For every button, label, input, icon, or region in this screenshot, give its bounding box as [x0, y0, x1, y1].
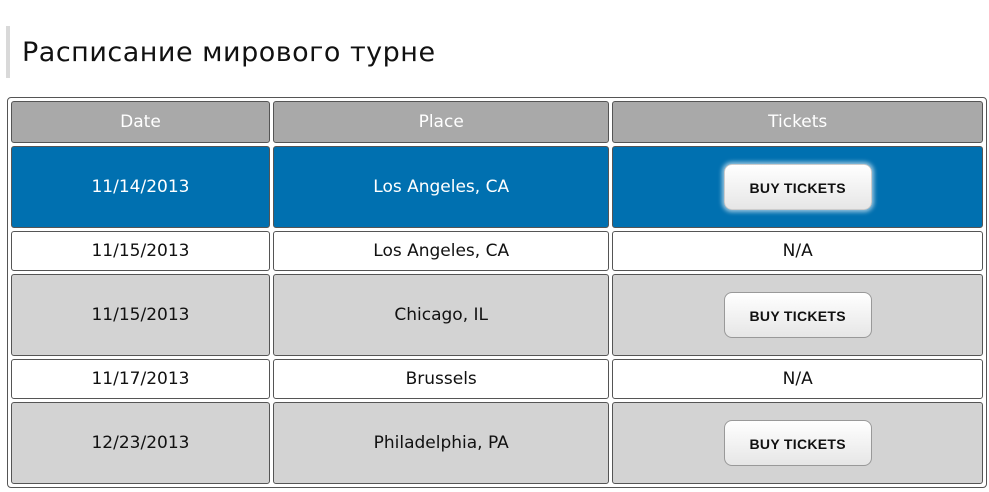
page-title: Расписание мирового турне: [22, 36, 436, 68]
cell-tickets-na: N/A: [612, 231, 983, 271]
cell-place: Brussels: [272, 359, 610, 399]
table-row[interactable]: 11/15/2013 Chicago, IL BUY TICKETS: [11, 274, 983, 356]
header-tickets[interactable]: Tickets: [612, 101, 983, 143]
cell-place: Philadelphia, PA: [272, 402, 610, 484]
table-row[interactable]: 11/14/2013 Los Angeles, CA BUY TICKETS: [11, 146, 983, 228]
cell-date: 11/15/2013: [11, 231, 270, 271]
header-date[interactable]: Date: [11, 101, 270, 143]
cell-tickets: BUY TICKETS: [612, 146, 983, 228]
table-row[interactable]: 11/15/2013 Los Angeles, CA N/A: [11, 231, 983, 271]
cell-date: 11/15/2013: [11, 274, 270, 356]
tour-schedule-table: Date Place Tickets 11/14/2013 Los Angele…: [7, 97, 987, 488]
header-place[interactable]: Place: [272, 101, 610, 143]
table-header-row: Date Place Tickets: [11, 101, 983, 143]
buy-tickets-button[interactable]: BUY TICKETS: [723, 164, 872, 210]
page: Расписание мирового турне Date Place Tic…: [0, 0, 989, 492]
cell-date: 11/17/2013: [11, 359, 270, 399]
table-row[interactable]: 12/23/2013 Philadelphia, PA BUY TICKETS: [11, 402, 983, 484]
cell-date: 11/14/2013: [11, 146, 270, 228]
buy-tickets-button[interactable]: BUY TICKETS: [723, 292, 872, 338]
cell-date: 12/23/2013: [11, 402, 270, 484]
page-title-block: Расписание мирового турне: [6, 26, 436, 78]
cell-tickets-na: N/A: [612, 359, 983, 399]
cell-tickets: BUY TICKETS: [612, 402, 983, 484]
buy-tickets-button[interactable]: BUY TICKETS: [723, 420, 872, 466]
cell-place: Los Angeles, CA: [272, 231, 610, 271]
table-row[interactable]: 11/17/2013 Brussels N/A: [11, 359, 983, 399]
cell-place: Los Angeles, CA: [272, 146, 610, 228]
cell-place: Chicago, IL: [272, 274, 610, 356]
cell-tickets: BUY TICKETS: [612, 274, 983, 356]
